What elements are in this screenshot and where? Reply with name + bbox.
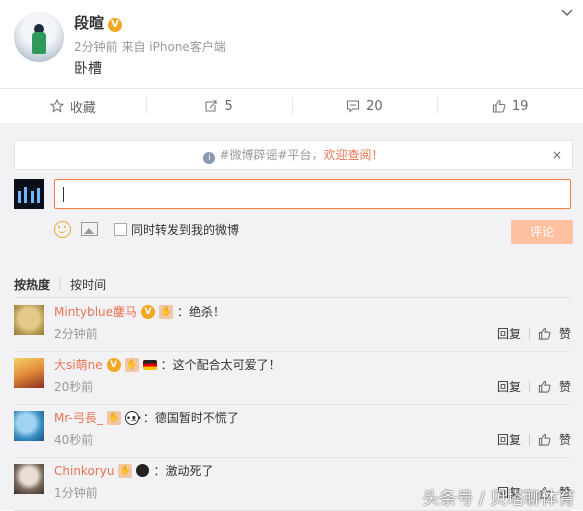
comment-text: ：绝杀！ [177, 305, 226, 319]
comment-item: Mr-弓長_ ✋ •ᴥ• ：德国暂时不慌了 40秒前 回复 赞 [14, 405, 571, 458]
reply-button[interactable]: 回复 [497, 431, 521, 448]
star-icon [49, 99, 64, 113]
close-icon[interactable]: × [552, 141, 562, 169]
germany-flag-icon [142, 359, 157, 370]
reply-button[interactable]: 回复 [497, 325, 521, 342]
like-label[interactable]: 赞 [559, 378, 571, 395]
submit-comment-button[interactable]: 评论 [511, 220, 573, 244]
divider [14, 297, 571, 298]
author-name[interactable]: 段暄 [74, 14, 104, 32]
comment-item: 大si萌ne V ✋ ：这个配合太可爱了！ 20秒前 回复 赞 [14, 352, 571, 405]
repost-icon [205, 100, 218, 112]
repost-checkbox[interactable] [114, 222, 127, 236]
like-icon [492, 99, 506, 113]
favorite-button[interactable]: 收藏 [0, 89, 146, 123]
comment-line: 大si萌ne V ✋ ：这个配合太可爱了！ [54, 356, 281, 373]
commenter-name[interactable]: Mr-弓長_ [54, 409, 103, 426]
comment-time: 2分钟前 [54, 327, 98, 341]
comment-count: 20 [366, 98, 383, 114]
commenter-avatar[interactable] [14, 305, 44, 335]
like-button[interactable]: 19 [437, 89, 583, 123]
verified-icon: V [108, 18, 123, 32]
comment-line: Mr-弓長_ ✋ •ᴥ• ：德国暂时不慌了 [54, 409, 239, 426]
comment-text: ：激动死了 [153, 464, 214, 478]
like-icon[interactable] [538, 327, 551, 340]
fan-badge-icon: ✋ [118, 463, 133, 478]
comment-item: Mintyblue鏖马 V ✋ ：绝杀！ 2分钟前 回复 赞 [14, 299, 571, 352]
author-name-row: 段暄 V [74, 12, 123, 33]
commenter-avatar[interactable] [14, 464, 44, 494]
rumor-notice: i #微博辟谣#平台，欢迎查阅！ × [14, 140, 573, 170]
post-action-bar: 收藏 5 20 19 [0, 88, 583, 124]
action-divider [528, 433, 530, 446]
like-icon[interactable] [538, 433, 551, 446]
action-divider [528, 380, 530, 393]
comment-actions: 回复 赞 [497, 431, 571, 448]
commenter-avatar[interactable] [14, 411, 44, 441]
sort-by-time[interactable]: 按时间 [70, 276, 106, 293]
commenter-avatar[interactable] [14, 358, 44, 388]
like-count: 19 [511, 98, 529, 114]
like-label[interactable]: 赞 [559, 431, 571, 448]
notice-text: #微博辟谣#平台， [219, 148, 324, 162]
my-avatar [14, 179, 44, 209]
repost-checkbox-label[interactable]: 同时转发到我的微博 [131, 221, 239, 238]
comment-input[interactable] [54, 179, 571, 209]
fan-badge-icon: ✋ [124, 357, 139, 372]
notice-link[interactable]: 欢迎查阅！ [324, 148, 384, 162]
comment-icon [347, 100, 360, 113]
like-label[interactable]: 赞 [559, 325, 571, 342]
commenter-name[interactable]: Chinkoryu [54, 464, 114, 478]
info-icon: i [203, 152, 216, 164]
comment-text: ：这个配合太可爱了！ [160, 358, 281, 372]
repost-button[interactable]: 5 [145, 89, 292, 123]
comment-time: 1分钟前 [54, 486, 98, 500]
verified-icon: V [141, 304, 156, 319]
comment-sort: 按热度 | 按时间 [14, 276, 106, 293]
sort-by-hot[interactable]: 按热度 [14, 276, 50, 293]
fan-badge-icon: ✋ [106, 410, 121, 425]
favorite-label: 收藏 [69, 100, 96, 116]
action-divider [528, 327, 530, 340]
reply-button[interactable]: 回复 [497, 378, 521, 395]
emoji-icon[interactable] [54, 220, 71, 238]
comment-time: 20秒前 [54, 380, 94, 394]
commenter-name[interactable]: Mintyblue鏖马 [54, 303, 137, 320]
post-meta: 2分钟前 来自 iPhone客户端 [74, 40, 226, 54]
comment-line: Chinkoryu ✋ ：激动死了 [54, 462, 213, 479]
comment-time: 40秒前 [54, 433, 94, 447]
basketball-icon [136, 464, 150, 477]
author-avatar[interactable] [14, 12, 64, 62]
image-icon[interactable] [81, 222, 98, 236]
text-caret [63, 187, 64, 202]
verified-icon: V [106, 357, 121, 372]
post-text: 卧槽 [74, 61, 102, 77]
compose-tools: 同时转发到我的微博 [54, 219, 239, 239]
like-icon[interactable] [538, 380, 551, 393]
panda-icon: •ᴥ• [124, 410, 142, 425]
repost-count: 5 [224, 98, 233, 114]
comment-line: Mintyblue鏖马 V ✋ ：绝杀！ [54, 303, 225, 320]
commenter-name[interactable]: 大si萌ne [54, 356, 103, 373]
fan-badge-icon: ✋ [159, 304, 174, 319]
watermark: 头条号 / 贝塔聊体育 [422, 489, 575, 509]
comment-text: ：德国暂时不慌了 [142, 411, 239, 425]
comment-actions: 回复 赞 [497, 378, 571, 395]
comment-actions: 回复 赞 [497, 325, 571, 342]
comment-section: i #微博辟谣#平台，欢迎查阅！ × 同时转发到我的微博 评论 按热度 | 按时间… [0, 123, 583, 511]
weibo-post: 段暄 V 2分钟前 来自 iPhone客户端 卧槽 [0, 0, 583, 88]
sort-divider: | [58, 276, 63, 290]
comment-button[interactable]: 20 [291, 89, 438, 123]
chevron-down-icon[interactable] [561, 6, 573, 18]
